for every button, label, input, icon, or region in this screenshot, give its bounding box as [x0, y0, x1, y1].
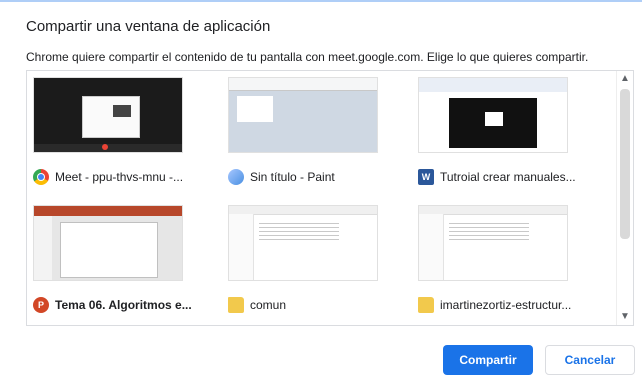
window-label: W Tutroial crear manuales...	[418, 167, 593, 187]
powerpoint-icon: P	[33, 297, 49, 313]
dialog-subtitle: Chrome quiere compartir el contenido de …	[26, 50, 589, 64]
window-thumbnail	[418, 77, 568, 153]
paint-icon	[228, 169, 244, 185]
scroll-down-icon[interactable]: ▼	[617, 309, 633, 325]
window-thumbnail	[228, 77, 378, 153]
window-title: imartinezortiz-estructur...	[440, 298, 572, 312]
window-tile-estructura[interactable]: imartinezortiz-estructur...	[412, 199, 592, 317]
window-label: imartinezortiz-estructur...	[418, 295, 593, 315]
dialog-title: Compartir una ventana de aplicación	[26, 18, 271, 35]
scroll-thumb[interactable]	[620, 89, 630, 239]
window-title: Tutroial crear manuales...	[440, 170, 576, 184]
window-title: Meet - ppu-thvs-mnu -...	[55, 170, 184, 184]
window-label: P Tema 06. Algoritmos e...	[33, 295, 208, 315]
window-label: Sin título - Paint	[228, 167, 403, 187]
window-title: comun	[250, 298, 287, 312]
window-title: Sin título - Paint	[250, 170, 335, 184]
window-thumbnail	[228, 205, 378, 281]
window-grid: Meet - ppu-thvs-mnu -... Sin título - Pa…	[26, 70, 634, 326]
grid-scrollbar[interactable]: ▲ ▼	[616, 71, 633, 325]
window-thumbnail	[33, 77, 183, 153]
word-icon: W	[418, 169, 434, 185]
window-tile-paint[interactable]: Sin título - Paint	[222, 71, 402, 189]
window-tile-word[interactable]: W Tutroial crear manuales...	[412, 71, 592, 189]
share-button[interactable]: Compartir	[443, 345, 533, 375]
folder-icon	[418, 297, 434, 313]
window-tile-meet[interactable]: Meet - ppu-thvs-mnu -...	[27, 71, 207, 189]
cancel-button[interactable]: Cancelar	[545, 345, 635, 375]
dialog-top-border	[0, 0, 642, 2]
chrome-icon	[33, 169, 49, 185]
window-thumbnail	[418, 205, 568, 281]
window-label: comun	[228, 295, 403, 315]
window-tile-comun[interactable]: comun	[222, 199, 402, 317]
window-tile-powerpoint[interactable]: P Tema 06. Algoritmos e...	[27, 199, 207, 317]
scroll-up-icon[interactable]: ▲	[617, 71, 633, 87]
window-label: Meet - ppu-thvs-mnu -...	[33, 167, 208, 187]
folder-icon	[228, 297, 244, 313]
window-thumbnail	[33, 205, 183, 281]
window-title: Tema 06. Algoritmos e...	[55, 298, 192, 312]
